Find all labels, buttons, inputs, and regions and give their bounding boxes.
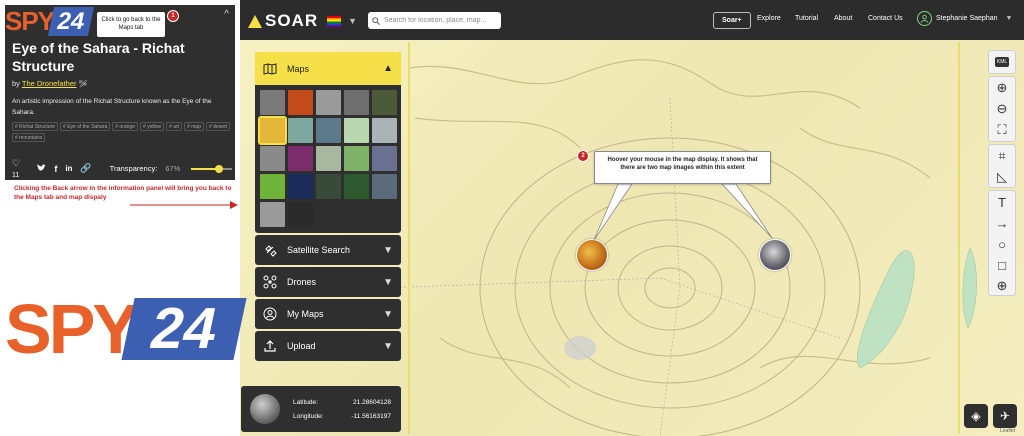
spy-text: SPY xyxy=(5,5,55,36)
tag-chip[interactable]: # desert xyxy=(205,122,231,131)
back-tooltip-text: Click to go back to the Maps tab xyxy=(101,17,161,31)
step-badge-1: 1 xyxy=(167,10,179,22)
copy-link-button[interactable]: 🔗 xyxy=(80,163,91,174)
drone-badge-icon: 🛩 xyxy=(78,81,88,88)
by-label: by xyxy=(12,79,20,88)
tag-chip[interactable]: # Richat Structure xyxy=(12,122,59,131)
linkedin-share-button[interactable]: in xyxy=(65,164,72,173)
twitter-icon xyxy=(37,163,47,171)
step-badge-2: 2 xyxy=(577,150,589,162)
spy24-logo-large: SPY 24 xyxy=(5,289,247,369)
map-title: Eye of the Sahara - Richat Structure xyxy=(12,40,185,74)
map-hover-callout: Hoover your mouse in the map display. It… xyxy=(594,151,771,184)
tag-chip[interactable]: # Eye of the Sahara xyxy=(60,122,111,131)
spy-number: 24 xyxy=(47,6,95,36)
author-line: by The Dronefather 🛩 xyxy=(12,79,87,88)
tag-chip[interactable]: # yellow xyxy=(139,122,165,131)
chevron-up-icon[interactable]: ^ xyxy=(224,9,229,20)
annotation-arrow-icon xyxy=(130,201,238,209)
transparency-label: Transparency: xyxy=(109,164,158,173)
info-actions: ♡ 11 f in 🔗 Transparency: 67% xyxy=(12,158,232,179)
tag-chip[interactable]: # orange xyxy=(112,122,138,131)
map-description: An artistic impression of the Richat Str… xyxy=(12,98,212,116)
like-count: 11 xyxy=(12,172,20,179)
twitter-share-button[interactable] xyxy=(37,163,47,174)
like-button[interactable]: ♡ 11 xyxy=(12,158,29,179)
tag-list: # Richat Structure # Eye of the Sahara # o… xyxy=(12,122,234,142)
linkedin-icon: in xyxy=(65,164,73,173)
facebook-icon: f xyxy=(54,163,58,174)
screenshot: SOAR ▼ Soar+ Explore Tutorial About Cont… xyxy=(0,0,1024,436)
callout-text: Hoover your mouse in the map display. It… xyxy=(607,157,758,171)
facebook-share-button[interactable]: f xyxy=(54,164,57,174)
heart-icon: ♡ xyxy=(12,158,21,168)
spy-text: SPY xyxy=(5,290,139,368)
tag-chip[interactable]: # art xyxy=(166,122,183,131)
spy24-logo-small: SPY 24 xyxy=(5,5,95,37)
tag-chip[interactable]: # mountains xyxy=(12,133,46,142)
back-tooltip[interactable]: Click to go back to the Maps tab xyxy=(97,12,165,37)
slider-handle[interactable] xyxy=(214,164,223,173)
transparency-slider[interactable] xyxy=(191,164,232,173)
author-link[interactable]: The Dronefather xyxy=(22,79,77,88)
link-icon: 🔗 xyxy=(80,163,92,173)
transparency-value: 67% xyxy=(165,164,181,173)
spy-number: 24 xyxy=(121,296,247,361)
tag-chip[interactable]: # map xyxy=(184,122,204,131)
